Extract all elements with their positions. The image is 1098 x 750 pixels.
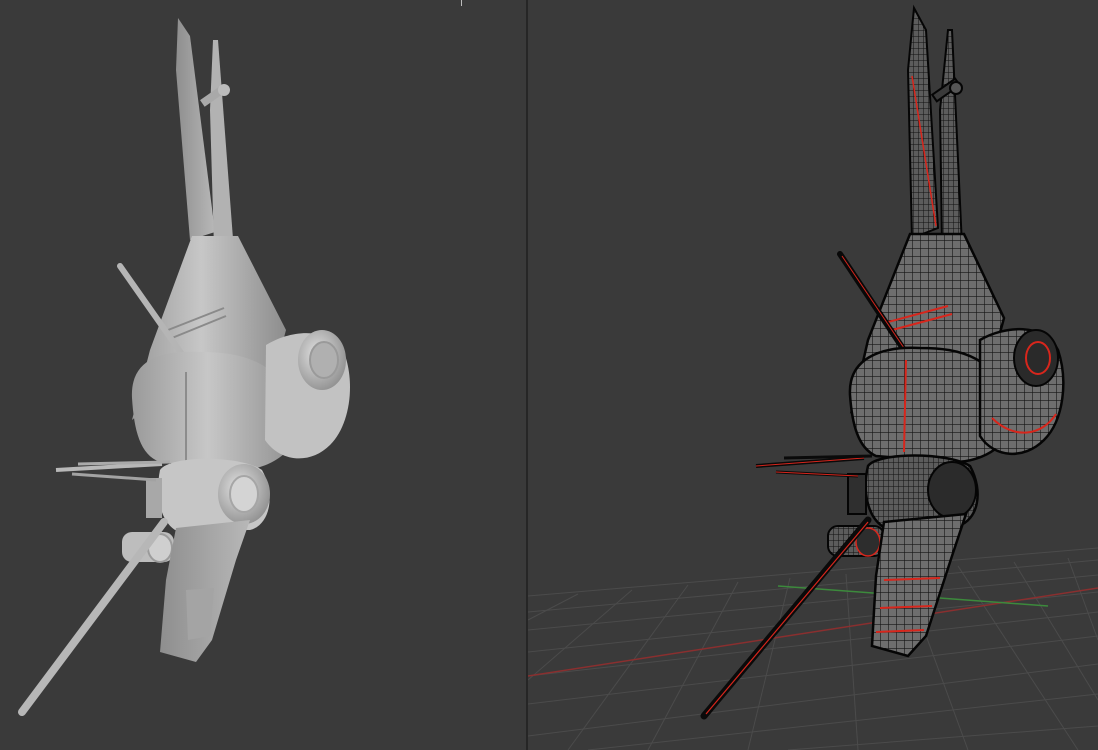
- rod-3: [71, 472, 157, 482]
- header-tick-mark: [461, 0, 462, 6]
- wire-top-fin-left: [906, 4, 940, 240]
- x-axis-line: [528, 587, 1098, 677]
- tail-ribs: [186, 588, 214, 640]
- top-fin-right: [210, 40, 234, 252]
- wire-rod-1-red: [755, 457, 865, 467]
- dual-viewport-3d-editor: [0, 0, 1098, 750]
- lower-engine-core: [229, 475, 259, 513]
- rod-2: [77, 460, 171, 466]
- solid-shaded-viewport[interactable]: [0, 0, 526, 750]
- rod-1: [55, 462, 163, 472]
- wireframe-ship-render: [528, 4, 1098, 750]
- top-fin-left: [176, 18, 215, 240]
- top-fin-knob: [218, 84, 230, 96]
- lower-engine-ring: [146, 478, 162, 518]
- solid-ship-render: [18, 18, 350, 716]
- floor-grid: [528, 547, 1098, 750]
- lance: [18, 518, 168, 716]
- wireframe-viewport[interactable]: [528, 0, 1098, 750]
- side-engine-core: [309, 341, 339, 379]
- wire-lower-engine-intake: [927, 461, 977, 519]
- wire-lower-engine-ring: [847, 473, 867, 515]
- wire-side-engine-intake: [1013, 329, 1059, 387]
- wire-tail-section: [870, 512, 968, 658]
- wire-fin-knob: [949, 81, 963, 95]
- wire-top-fin-right: [938, 29, 964, 248]
- wire-lance-red: [705, 521, 869, 715]
- wire-rod-2: [783, 454, 873, 460]
